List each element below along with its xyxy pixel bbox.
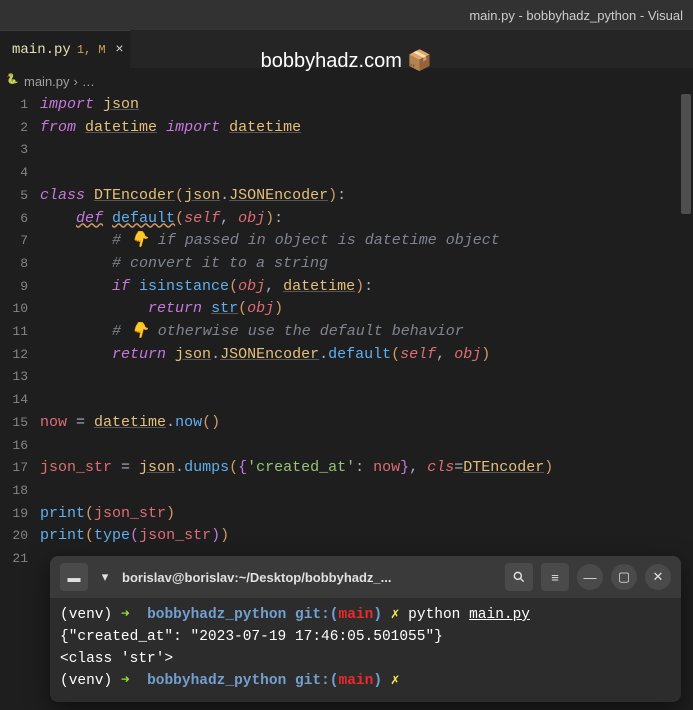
python-file-icon: 🐍 — [6, 74, 20, 88]
window-title: main.py - bobbyhadz_python - Visual — [469, 8, 683, 23]
breadcrumb-file: main.py — [24, 74, 70, 89]
code-editor[interactable]: 123 456 789 101112 131415 161718 192021 … — [0, 94, 693, 564]
terminal-output[interactable]: (venv) ➜ bobbyhadz_python git:(main) ✗ p… — [50, 598, 681, 702]
tab-close-icon[interactable]: × — [115, 42, 123, 58]
breadcrumb-separator-icon: › — [74, 74, 78, 89]
close-button[interactable]: ✕ — [645, 564, 671, 590]
tab-modified-indicator: 1, M — [77, 43, 106, 57]
terminal-new-tab-button[interactable]: ▬ — [60, 563, 88, 591]
editor-scrollbar[interactable] — [681, 94, 691, 214]
search-icon[interactable] — [505, 563, 533, 591]
terminal-titlebar[interactable]: ▬ ▾ borislav@borislav:~/Desktop/bobbyhad… — [50, 556, 681, 598]
terminal-dropdown-icon[interactable]: ▾ — [96, 563, 114, 591]
breadcrumb[interactable]: 🐍 main.py › … — [0, 68, 693, 94]
breadcrumb-more: … — [82, 74, 95, 89]
minimize-button[interactable]: — — [577, 564, 603, 590]
tab-filename: main.py — [12, 42, 71, 58]
terminal-window: ▬ ▾ borislav@borislav:~/Desktop/bobbyhad… — [50, 556, 681, 702]
menu-icon[interactable]: ≡ — [541, 563, 569, 591]
window-titlebar: main.py - bobbyhadz_python - Visual — [0, 0, 693, 30]
code-content[interactable]: import json from datetime import datetim… — [40, 94, 693, 548]
code-area[interactable]: import json from datetime import datetim… — [40, 94, 693, 564]
line-number-gutter: 123 456 789 101112 131415 161718 192021 — [0, 94, 40, 564]
tab-bar: main.py 1, M × — [0, 30, 693, 68]
terminal-title: borislav@borislav:~/Desktop/bobbyhadz_..… — [122, 570, 497, 585]
maximize-button[interactable]: ▢ — [611, 564, 637, 590]
tab-main-py[interactable]: main.py 1, M × — [0, 30, 130, 68]
